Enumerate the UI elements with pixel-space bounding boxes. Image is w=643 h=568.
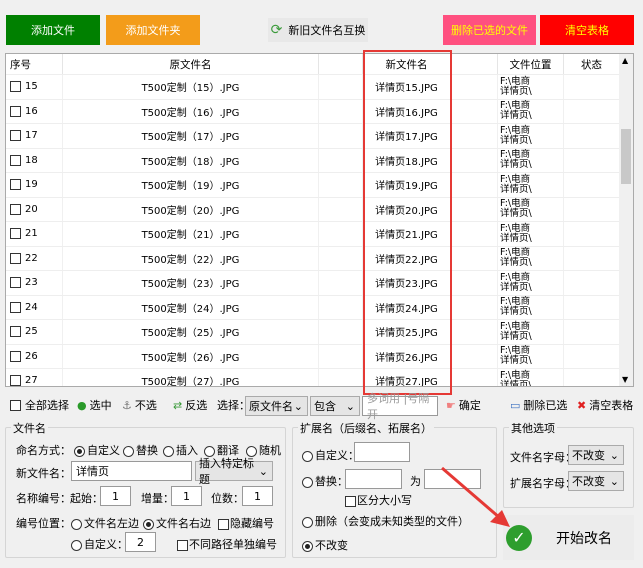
arrow-annotation <box>441 466 510 527</box>
